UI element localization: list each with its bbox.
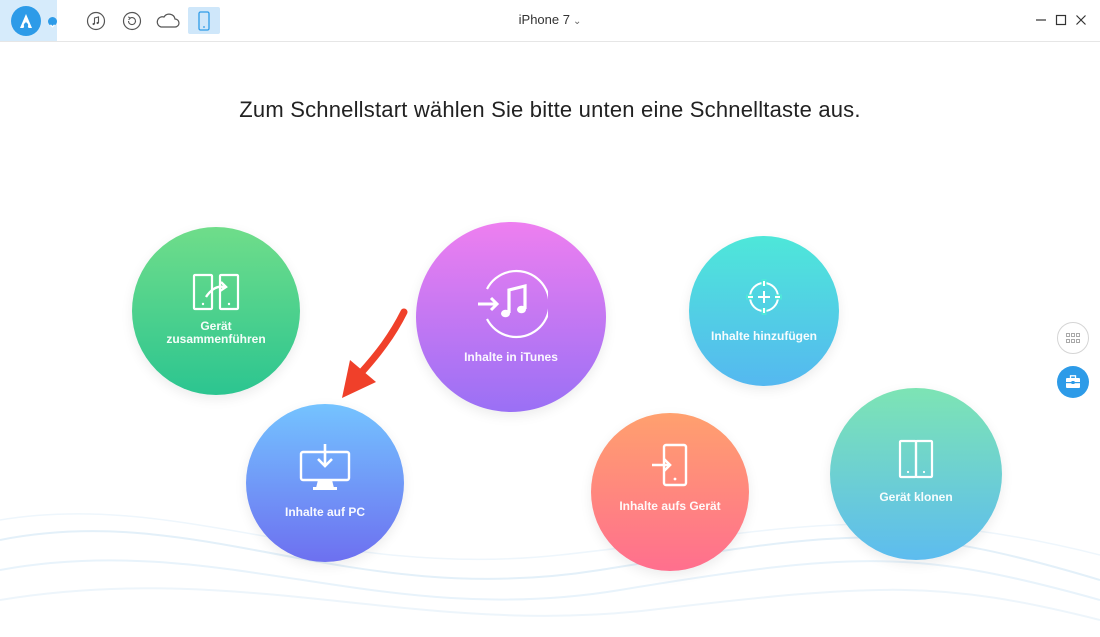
title-bar: iPhone 7 ⌄	[0, 0, 1100, 42]
add-content-label: Inhalte hinzufügen	[711, 329, 817, 343]
chevron-down-icon: ⌄	[572, 16, 582, 27]
content-to-pc-button[interactable]: Inhalte auf PC	[246, 404, 404, 562]
add-content-button[interactable]: Inhalte hinzufügen	[689, 236, 839, 386]
maximize-icon[interactable]	[1053, 12, 1069, 28]
merge-icon	[192, 273, 240, 311]
add-crosshair-icon	[746, 279, 782, 315]
itunes-transfer-icon	[478, 269, 548, 339]
content-to-device-label: Inhalte aufs Gerät	[619, 499, 721, 513]
clone-phones-icon	[898, 439, 934, 479]
content-to-device-button[interactable]: Inhalte aufs Gerät	[591, 413, 749, 571]
clone-device-button[interactable]: Gerät klonen	[830, 388, 1002, 560]
toolkit-button[interactable]	[1057, 366, 1089, 398]
phone-import-icon	[652, 443, 688, 487]
close-icon[interactable]	[1073, 12, 1089, 28]
page-headline: Zum Schnellstart wählen Sie bitte unten …	[239, 97, 861, 122]
toolbox-icon	[1066, 375, 1080, 388]
red-arrow-icon	[342, 308, 408, 398]
grid-icon	[1066, 333, 1080, 343]
device-name: iPhone 7	[518, 12, 570, 27]
phone-icon[interactable]	[193, 10, 215, 32]
restore-icon[interactable]	[121, 10, 143, 32]
app-logo-icon	[11, 6, 41, 36]
merge-device-label: Gerät zusammenführen	[166, 319, 266, 346]
minimize-icon[interactable]	[1033, 12, 1049, 28]
content-to-itunes-label: Inhalte in iTunes	[464, 350, 558, 364]
music-icon[interactable]	[85, 10, 107, 32]
logo-dropdown-icon[interactable]	[48, 17, 57, 28]
content-to-itunes-button[interactable]: Inhalte in iTunes	[416, 222, 606, 412]
app-logo-area[interactable]	[0, 0, 57, 41]
device-selector[interactable]: iPhone 7 ⌄	[500, 12, 600, 27]
app-grid-button[interactable]	[1057, 322, 1089, 354]
cloud-icon[interactable]	[155, 10, 181, 32]
clone-device-label: Gerät klonen	[879, 490, 953, 504]
content-to-pc-label: Inhalte auf PC	[284, 505, 365, 519]
computer-download-icon	[299, 444, 351, 490]
merge-device-button[interactable]: Gerät zusammenführen	[132, 227, 300, 395]
